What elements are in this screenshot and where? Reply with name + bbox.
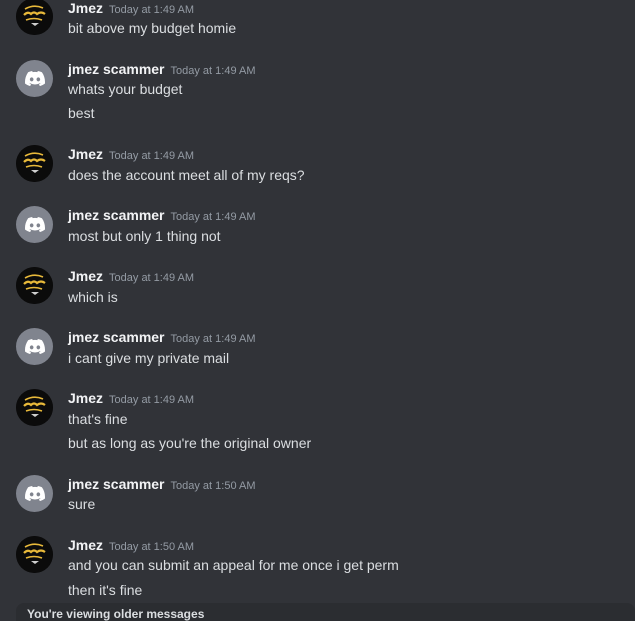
timestamp: Today at 1:49 AM (109, 150, 195, 162)
message-header: Jmez Today at 1:49 AM (68, 0, 194, 18)
jmez-logo-icon (16, 0, 53, 35)
message-text: most but only 1 thing not (68, 228, 221, 244)
username[interactable]: jmez scammer (68, 61, 165, 77)
timestamp: Today at 1:50 AM (170, 480, 256, 492)
timestamp: Today at 1:49 AM (109, 4, 195, 16)
message-text: i cant give my private mail (68, 350, 230, 366)
message-header: jmez scammer Today at 1:49 AM (68, 61, 256, 79)
timestamp: Today at 1:49 AM (170, 65, 256, 77)
username[interactable]: jmez scammer (68, 476, 165, 492)
jmez-logo-avatar[interactable] (16, 267, 53, 304)
jmez-logo-icon (16, 267, 53, 304)
message-text: which is (68, 289, 118, 305)
discord-default-avatar[interactable] (16, 206, 53, 243)
chat-messages: Jmez Today at 1:49 AM bit above my budget… (0, 0, 635, 621)
message-text: sure (68, 496, 96, 512)
message-text: but as long as you're the original owner (68, 435, 312, 451)
discord-default-avatar[interactable] (16, 328, 53, 365)
message-text: bit above my budget homie (68, 20, 237, 36)
discord-default-avatar[interactable] (16, 475, 53, 512)
message-header: Jmez Today at 1:49 AM (68, 268, 194, 286)
discord-default-avatar[interactable] (16, 60, 53, 97)
message-text: best (68, 105, 95, 121)
jmez-logo-icon (16, 389, 53, 426)
username[interactable]: Jmez (68, 390, 103, 406)
discord-logo-icon (24, 71, 45, 86)
jmez-logo-avatar[interactable] (16, 145, 53, 182)
older-messages-text: You're viewing older messages (27, 607, 205, 621)
username[interactable]: Jmez (68, 537, 103, 553)
message-header: Jmez Today at 1:49 AM (68, 146, 194, 164)
message-header: Jmez Today at 1:49 AM (68, 390, 194, 408)
message-text: whats your budget (68, 81, 183, 97)
older-messages-bar[interactable]: You're viewing older messages (16, 603, 635, 621)
message-text: does the account meet all of my reqs? (68, 167, 305, 183)
message-text: that's fine (68, 411, 128, 427)
jmez-logo-icon (16, 145, 53, 182)
timestamp: Today at 1:49 AM (109, 272, 195, 284)
jmez-logo-avatar[interactable] (16, 0, 53, 35)
username[interactable]: Jmez (68, 268, 103, 284)
timestamp: Today at 1:50 AM (109, 541, 195, 553)
message-text: and you can submit an appeal for me once… (68, 557, 399, 573)
discord-logo-icon (24, 339, 45, 354)
timestamp: Today at 1:49 AM (109, 394, 195, 406)
timestamp: Today at 1:49 AM (170, 211, 256, 223)
discord-logo-icon (24, 486, 45, 501)
message-header: jmez scammer Today at 1:49 AM (68, 329, 256, 347)
message-header: jmez scammer Today at 1:50 AM (68, 476, 256, 494)
message-text: then it's fine (68, 582, 143, 598)
message-header: Jmez Today at 1:50 AM (68, 537, 194, 555)
message-header: jmez scammer Today at 1:49 AM (68, 207, 256, 225)
username[interactable]: Jmez (68, 146, 103, 162)
username[interactable]: Jmez (68, 0, 103, 16)
discord-logo-icon (24, 217, 45, 232)
jmez-logo-avatar[interactable] (16, 536, 53, 573)
jmez-logo-avatar[interactable] (16, 389, 53, 426)
username[interactable]: jmez scammer (68, 207, 165, 223)
timestamp: Today at 1:49 AM (170, 333, 256, 345)
username[interactable]: jmez scammer (68, 329, 165, 345)
jmez-logo-icon (16, 536, 53, 573)
